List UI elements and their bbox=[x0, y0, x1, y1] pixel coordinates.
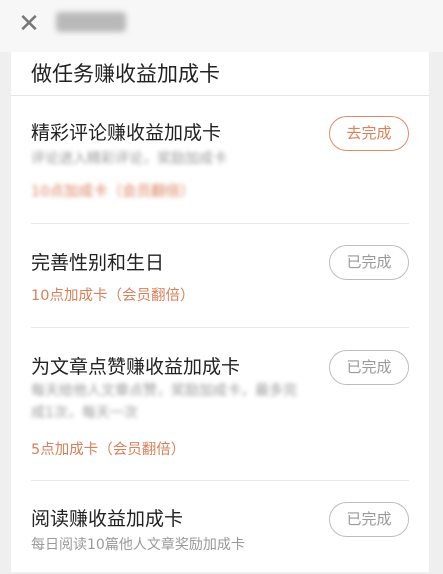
task-reward: 10点加成卡（会员翻倍） bbox=[31, 288, 195, 304]
task-item-like: 为文章点赞赚收益加成卡 每天给他人文章点赞，奖励加成卡，最多完 成1次，每天一次… bbox=[11, 350, 429, 492]
top-bar: ✕ bbox=[0, 0, 443, 52]
task-title: 为文章点赞赚收益加成卡 bbox=[31, 356, 241, 378]
completed-button[interactable]: 已完成 bbox=[329, 245, 409, 280]
task-description: 每日阅读10篇他人文章奖励加成卡 bbox=[31, 537, 245, 553]
task-divider bbox=[31, 327, 409, 328]
task-item-profile: 完善性别和生日 10点加成卡（会员翻倍） 已完成 bbox=[11, 245, 429, 338]
task-reward: 10点加成卡（会员翻倍） bbox=[31, 184, 195, 200]
task-title: 精彩评论赚收益加成卡 bbox=[31, 122, 222, 144]
task-item-read: 阅读赚收益加成卡 每日阅读10篇他人文章奖励加成卡 已完成 bbox=[11, 502, 429, 574]
completed-button[interactable]: 已完成 bbox=[329, 350, 409, 385]
title-divider bbox=[11, 95, 429, 96]
task-reward: 5点加成卡（会员翻倍） bbox=[31, 442, 186, 458]
task-divider bbox=[31, 223, 409, 224]
task-item-comment: 精彩评论赚收益加成卡 评论进入精彩评论，奖励加成卡 10点加成卡（会员翻倍） 去… bbox=[11, 116, 429, 258]
close-icon[interactable]: ✕ bbox=[14, 9, 44, 39]
completed-button[interactable]: 已完成 bbox=[329, 502, 409, 537]
section-title: 做任务赚收益加成卡 bbox=[31, 62, 220, 86]
go-complete-button[interactable]: 去完成 bbox=[329, 116, 409, 151]
task-title: 阅读赚收益加成卡 bbox=[31, 508, 184, 530]
task-card: 做任务赚收益加成卡 精彩评论赚收益加成卡 评论进入精彩评论，奖励加成卡 10点加… bbox=[11, 52, 429, 572]
task-divider bbox=[31, 480, 409, 481]
task-description-line2: 成1次，每天一次 bbox=[31, 405, 138, 421]
task-description-line1: 每天给他人文章点赞，奖励加成卡，最多完 bbox=[31, 383, 297, 399]
task-description: 评论进入精彩评论，奖励加成卡 bbox=[31, 151, 227, 167]
blurred-page-title bbox=[56, 12, 126, 32]
task-title: 完善性别和生日 bbox=[31, 252, 165, 274]
